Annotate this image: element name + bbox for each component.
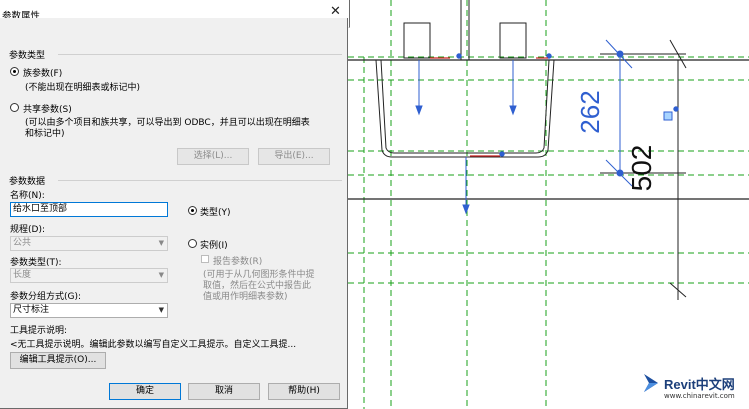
group-divider: [58, 180, 342, 181]
group-divider: [58, 54, 342, 55]
param-type-select[interactable]: 长度 ▼: [10, 268, 168, 283]
param-data-group-label: 参数数据: [9, 177, 46, 187]
instance-radio[interactable]: [188, 239, 197, 248]
shared-param-desc-2: 和标记中): [25, 129, 65, 139]
report-desc-3: 值或用作明细表参数): [203, 292, 288, 302]
discipline-value: 公共: [13, 238, 32, 248]
export-button[interactable]: 导出(E)...: [258, 148, 330, 165]
shared-param-radio[interactable]: [10, 103, 19, 112]
param-type-label: 参数类型(T):: [10, 258, 62, 268]
discipline-select[interactable]: 公共 ▼: [10, 236, 168, 251]
dim-text-262[interactable]: 262: [575, 90, 605, 133]
tooltip-label: 工具提示说明:: [10, 326, 68, 336]
watermark-logo: [641, 372, 663, 397]
dim-text-502[interactable]: 502: [626, 145, 657, 192]
select-button[interactable]: 选择(L)...: [177, 148, 249, 165]
type-radio[interactable]: [188, 206, 197, 215]
chevron-down-icon: ▼: [158, 306, 164, 314]
shared-param-label[interactable]: 共享参数(S): [23, 102, 72, 115]
watermark-brand: Revit中文网: [664, 377, 735, 392]
type-radio-label[interactable]: 类型(Y): [200, 205, 231, 218]
discipline-label: 规程(D):: [10, 225, 45, 235]
chevron-down-icon: ▼: [158, 271, 164, 279]
close-icon[interactable]: ✕: [330, 4, 341, 19]
shared-param-desc-1: (可以由多个项目和族共享，可以导出到 ODBC，并且可以出现在明细表: [25, 118, 310, 128]
fixture-outline: [348, 0, 749, 300]
group-by-label: 参数分组方式(G):: [10, 292, 82, 302]
cancel-button[interactable]: 取消: [188, 383, 260, 400]
tooltip-text: <无工具提示说明。编辑此参数以编写自定义工具提示。自定义工具提...: [10, 340, 297, 350]
family-param-radio[interactable]: [10, 67, 19, 76]
param-type-group-label: 参数类型: [9, 51, 46, 61]
family-param-label[interactable]: 族参数(F): [23, 66, 62, 79]
instance-radio-label[interactable]: 实例(I): [200, 238, 228, 251]
chevron-down-icon: ▼: [158, 239, 164, 247]
edit-tooltip-button[interactable]: 编辑工具提示(O)...: [10, 352, 106, 369]
report-param-label[interactable]: 报告参数(R): [213, 254, 262, 267]
param-type-value: 长度: [13, 270, 32, 280]
help-button[interactable]: 帮助(H): [268, 383, 340, 400]
group-by-value: 尺寸标注: [13, 305, 50, 315]
red-markers: [430, 57, 548, 157]
report-param-checkbox[interactable]: [201, 255, 209, 263]
watermark-url: www.chinarevit.com: [664, 392, 735, 400]
name-input[interactable]: 给水口至顶部: [10, 202, 168, 217]
name-label: 名称(N):: [10, 191, 45, 201]
group-by-select[interactable]: 尺寸标注 ▼: [10, 303, 168, 318]
ok-button[interactable]: 确定: [109, 383, 181, 400]
family-param-desc: (不能出现在明细表或标记中): [25, 83, 141, 93]
revit-logo-icon: [644, 374, 658, 392]
